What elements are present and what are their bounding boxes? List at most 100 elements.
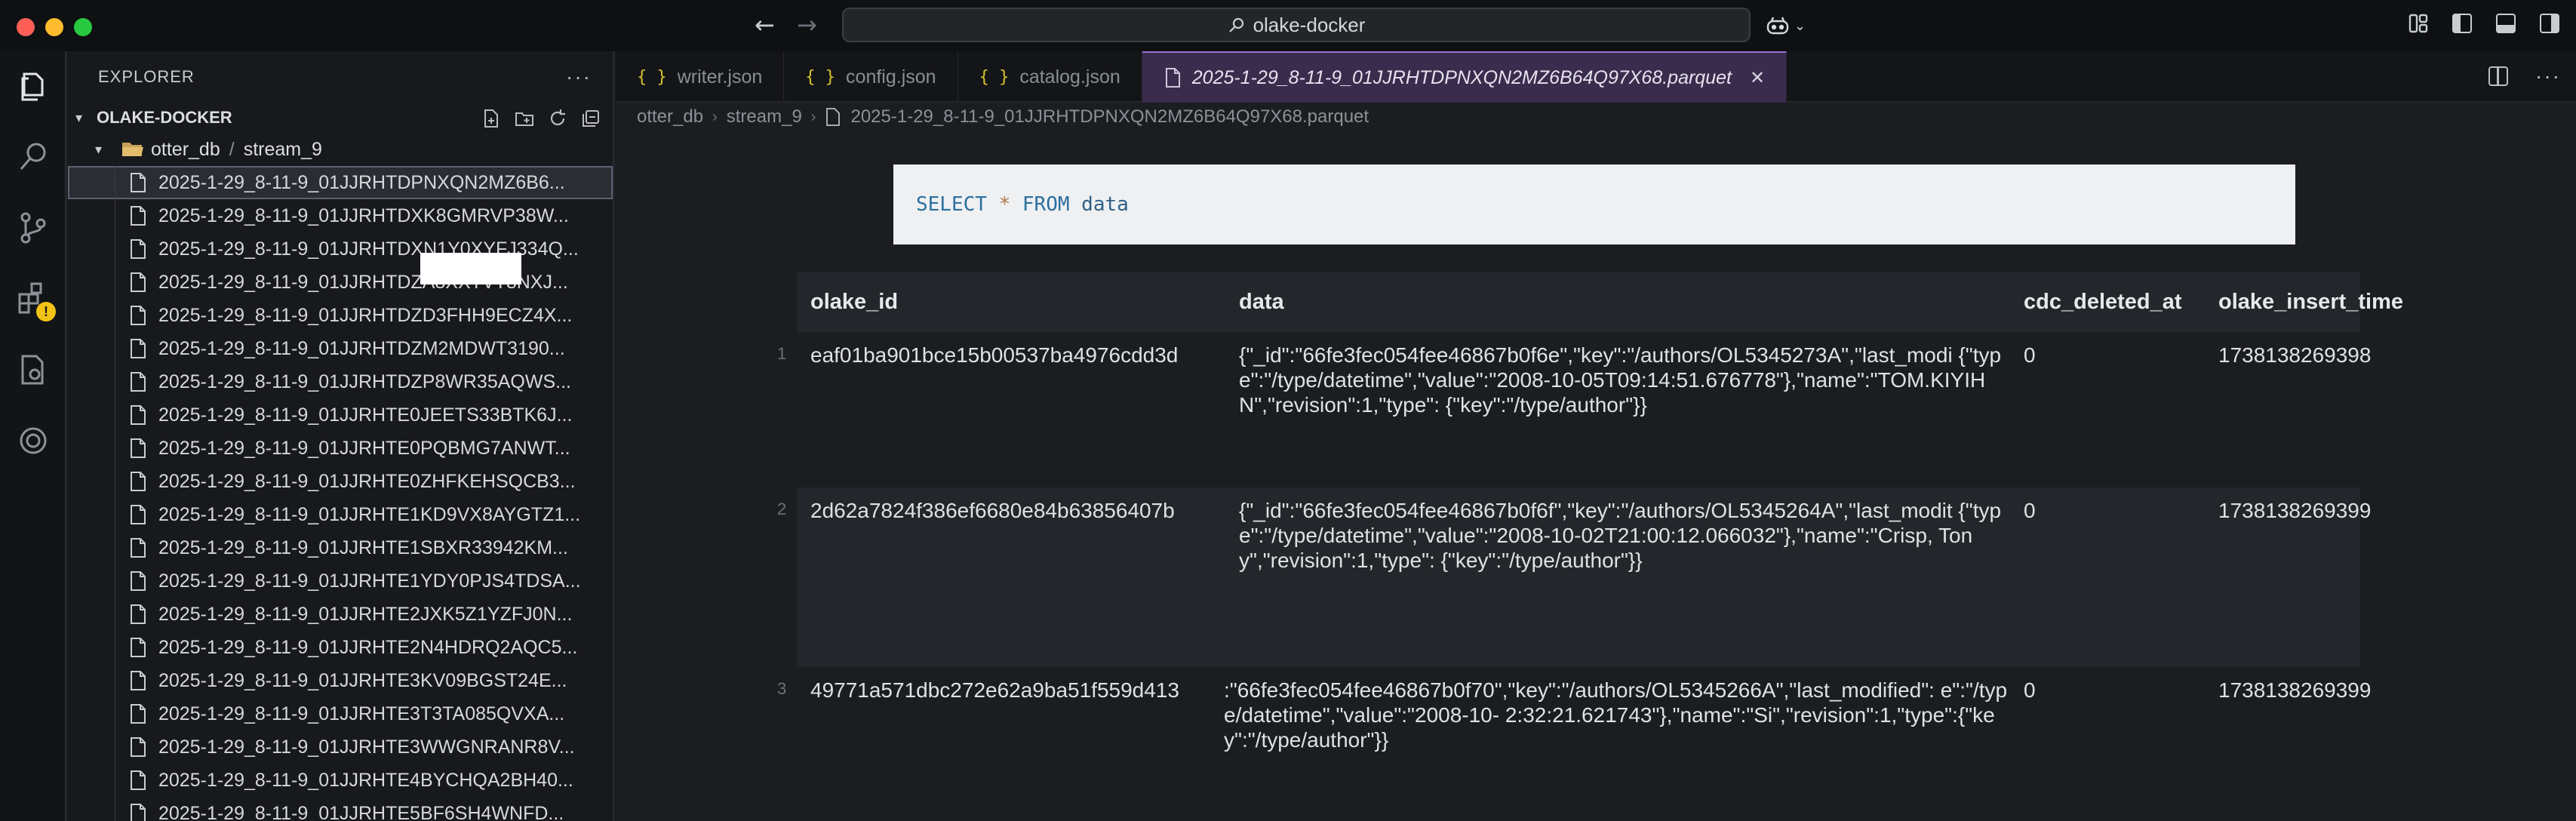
- file-item[interactable]: 2025-1-29_8-11-9_01JJRHTDZA8XXTVT8NXJ...: [68, 266, 613, 299]
- split-editor-icon[interactable]: [2488, 66, 2509, 86]
- file-item[interactable]: 2025-1-29_8-11-9_01JJRHTDZD3FHH9ECZ4X...: [68, 299, 613, 332]
- cell-olake-id[interactable]: eaf01ba901bce15b00537ba4976cdd3d: [810, 343, 1178, 367]
- folder-otter-db-stream-9[interactable]: ▾ otter_db / stream_9: [68, 133, 613, 166]
- chevron-down-icon: ▾: [95, 141, 103, 157]
- copilot-icon: [1766, 17, 1789, 35]
- file-icon: [131, 372, 146, 392]
- column-header-cdc-deleted-at[interactable]: cdc_deleted_at: [2024, 290, 2182, 315]
- file-icon: [131, 538, 146, 558]
- file-item[interactable]: 2025-1-29_8-11-9_01JJRHTE0PQBMG7ANWT...: [68, 432, 613, 465]
- toggle-panel-icon[interactable]: [2496, 14, 2516, 33]
- customize-layout-icon[interactable]: [2408, 14, 2428, 33]
- file-item[interactable]: 2025-1-29_8-11-9_01JJRHTE4BYCHQA2BH40...: [68, 764, 613, 797]
- back-arrow-icon[interactable]: ←: [755, 11, 775, 39]
- file-name: 2025-1-29_8-11-9_01JJRHTE2N4HDRQ2AQC5...: [158, 636, 578, 658]
- more-actions-icon[interactable]: ···: [566, 65, 592, 89]
- file-item[interactable]: 2025-1-29_8-11-9_01JJRHTDXK8GMRVP38W...: [68, 199, 613, 232]
- json-file-icon: { }: [979, 67, 1010, 87]
- cell-cdc-deleted-at[interactable]: 0: [2024, 498, 2036, 523]
- cell-cdc-deleted-at[interactable]: 0: [2024, 678, 2036, 703]
- more-actions-icon[interactable]: ···: [2535, 66, 2561, 87]
- column-header-olake-id[interactable]: olake_id: [810, 290, 898, 315]
- maximize-window-button[interactable]: [74, 18, 92, 36]
- table-row[interactable]: 3 49771a571dbc272e62a9ba51f559d413 :"66fe3…: [777, 667, 2371, 818]
- file-item[interactable]: 2025-1-29_8-11-9_01JJRHTDZM2MDWT3190...: [68, 332, 613, 365]
- file-item[interactable]: 2025-1-29_8-11-9_01JJRHTE1SBXR33942KM...: [68, 531, 613, 564]
- search-icon[interactable]: [14, 137, 53, 177]
- explorer-icon[interactable]: [14, 66, 53, 106]
- tab-catalog-json[interactable]: { } catalog.json: [958, 51, 1142, 103]
- file-item[interactable]: 2025-1-29_8-11-9_01JJRHTE3WWGNRANR8V...: [68, 730, 613, 764]
- file-item[interactable]: 2025-1-29_8-11-9_01JJRHTE5BF6SH4WNFD...: [68, 797, 613, 821]
- minimize-window-button[interactable]: [45, 18, 63, 36]
- cell-olake-id[interactable]: 49771a571dbc272e62a9ba51f559d413: [810, 678, 1179, 703]
- tab-parquet-file[interactable]: 2025-1-29_8-11-9_01JJRHTDPNXQN2MZ6B64Q97…: [1142, 51, 1788, 103]
- file-item[interactable]: 2025-1-29_8-11-9_01JJRHTE3T3TA085QVXA...: [68, 697, 613, 730]
- refresh-icon[interactable]: [546, 107, 569, 130]
- table-header: olake_id data cdc_deleted_at olake_inser…: [797, 272, 2403, 332]
- file-icon: [131, 438, 146, 458]
- breadcrumb-item[interactable]: 2025-1-29_8-11-9_01JJRHTDPNXQN2MZ6B64Q97…: [850, 106, 1369, 128]
- file-icon: [131, 306, 146, 325]
- sql-star: *: [998, 193, 1011, 216]
- cell-olake-id[interactable]: 2d62a7824f386ef6680e84b63856407b: [810, 498, 1175, 523]
- sql-query-input[interactable]: SELECT * FROM data: [893, 165, 2295, 244]
- table-body: 1 eaf01ba901bce15b00537ba4976cdd3d {"_id":…: [777, 332, 2371, 818]
- tab-label: catalog.json: [1019, 66, 1120, 88]
- workspace-name: OLAKE-DOCKER: [97, 108, 232, 127]
- table-row[interactable]: 2 2d62a7824f386ef6680e84b63856407b {"_id":…: [777, 487, 2371, 667]
- toggle-secondary-sidebar-icon[interactable]: [2540, 14, 2559, 33]
- cell-data[interactable]: {"_id":"66fe3fec054fee46867b0f6e","key":…: [1239, 343, 2009, 417]
- file-item[interactable]: 2025-1-29_8-11-9_01JJRHTE2JXK5Z1YZFJ0N..…: [68, 598, 613, 631]
- cell-olake-insert-time[interactable]: 1738138269398: [2218, 343, 2371, 367]
- cell-data[interactable]: :"66fe3fec054fee46867b0f70","key":"/auth…: [1224, 678, 2009, 752]
- extension-view-icon[interactable]: [14, 421, 53, 460]
- new-folder-icon[interactable]: [513, 107, 536, 130]
- file-icon: [131, 505, 146, 524]
- breadcrumb-item[interactable]: otter_db: [637, 106, 703, 128]
- file-icon: [131, 770, 146, 790]
- extensions-icon[interactable]: !: [14, 279, 56, 321]
- cell-data[interactable]: {"_id":"66fe3fec054fee46867b0f6f","key":…: [1239, 498, 2009, 573]
- copilot-menu-button[interactable]: ⌄: [1766, 12, 1808, 39]
- file-item[interactable]: 2025-1-29_8-11-9_01JJRHTE0JEETS33BTK6J..…: [68, 398, 613, 432]
- command-center-search[interactable]: olake-docker: [842, 8, 1751, 42]
- file-item[interactable]: 2025-1-29_8-11-9_01JJRHTE1KD9VX8AYGTZ1..…: [68, 498, 613, 531]
- file-icon: [131, 272, 146, 292]
- cell-olake-insert-time[interactable]: 1738138269399: [2218, 678, 2371, 703]
- file-item[interactable]: 2025-1-29_8-11-9_01JJRHTE2N4HDRQ2AQC5...: [68, 631, 613, 664]
- file-item[interactable]: 2025-1-29_8-11-9_01JJRHTDXN1Y0XYFJ334Q..…: [68, 232, 613, 266]
- json-file-icon: { }: [805, 67, 836, 87]
- tab-config-json[interactable]: { } config.json: [784, 51, 958, 103]
- file-icon: [826, 108, 841, 126]
- file-item[interactable]: 2025-1-29_8-11-9_01JJRHTE0ZHFKEHSQCB3...: [68, 465, 613, 498]
- file-icon: [131, 804, 146, 821]
- cell-olake-insert-time[interactable]: 1738138269399: [2218, 498, 2371, 523]
- breadcrumb-item[interactable]: stream_9: [727, 106, 802, 128]
- column-header-data[interactable]: data: [1239, 290, 1284, 315]
- remote-explorer-icon[interactable]: [14, 350, 53, 389]
- file-item[interactable]: 2025-1-29_8-11-9_01JJRHTE1YDY0PJS4TDSA..…: [68, 564, 613, 598]
- file-icon: [131, 571, 146, 591]
- forward-arrow-icon[interactable]: →: [797, 11, 817, 39]
- cell-cdc-deleted-at[interactable]: 0: [2024, 343, 2036, 367]
- tab-writer-json[interactable]: { } writer.json: [616, 51, 785, 103]
- close-window-button[interactable]: [17, 18, 35, 36]
- file-icon: [131, 206, 146, 226]
- toggle-primary-sidebar-icon[interactable]: [2452, 14, 2472, 33]
- file-item[interactable]: 2025-1-29_8-11-9_01JJRHTE3KV09BGST24E...: [68, 664, 613, 697]
- file-name: 2025-1-29_8-11-9_01JJRHTE0PQBMG7ANWT...: [158, 437, 570, 459]
- file-item[interactable]: 2025-1-29_8-11-9_01JJRHTDPNXQN2MZ6B6...: [68, 166, 613, 199]
- new-file-icon[interactable]: [480, 107, 503, 130]
- file-icon: [131, 405, 146, 425]
- row-index: 3: [777, 679, 787, 698]
- file-item[interactable]: 2025-1-29_8-11-9_01JJRHTDZP8WR35AQWS...: [68, 365, 613, 398]
- collapse-all-icon[interactable]: [579, 107, 602, 130]
- folder-open-icon: [122, 143, 143, 156]
- workspace-section-header[interactable]: ▾ OLAKE-DOCKER: [68, 103, 613, 133]
- folder-name-part1: otter_db: [151, 138, 220, 160]
- table-row[interactable]: 1 eaf01ba901bce15b00537ba4976cdd3d {"_id":…: [777, 332, 2371, 487]
- close-icon[interactable]: ✕: [1750, 67, 1765, 89]
- column-header-olake-insert-time[interactable]: olake_insert_time: [2218, 290, 2403, 315]
- source-control-icon[interactable]: [14, 208, 53, 248]
